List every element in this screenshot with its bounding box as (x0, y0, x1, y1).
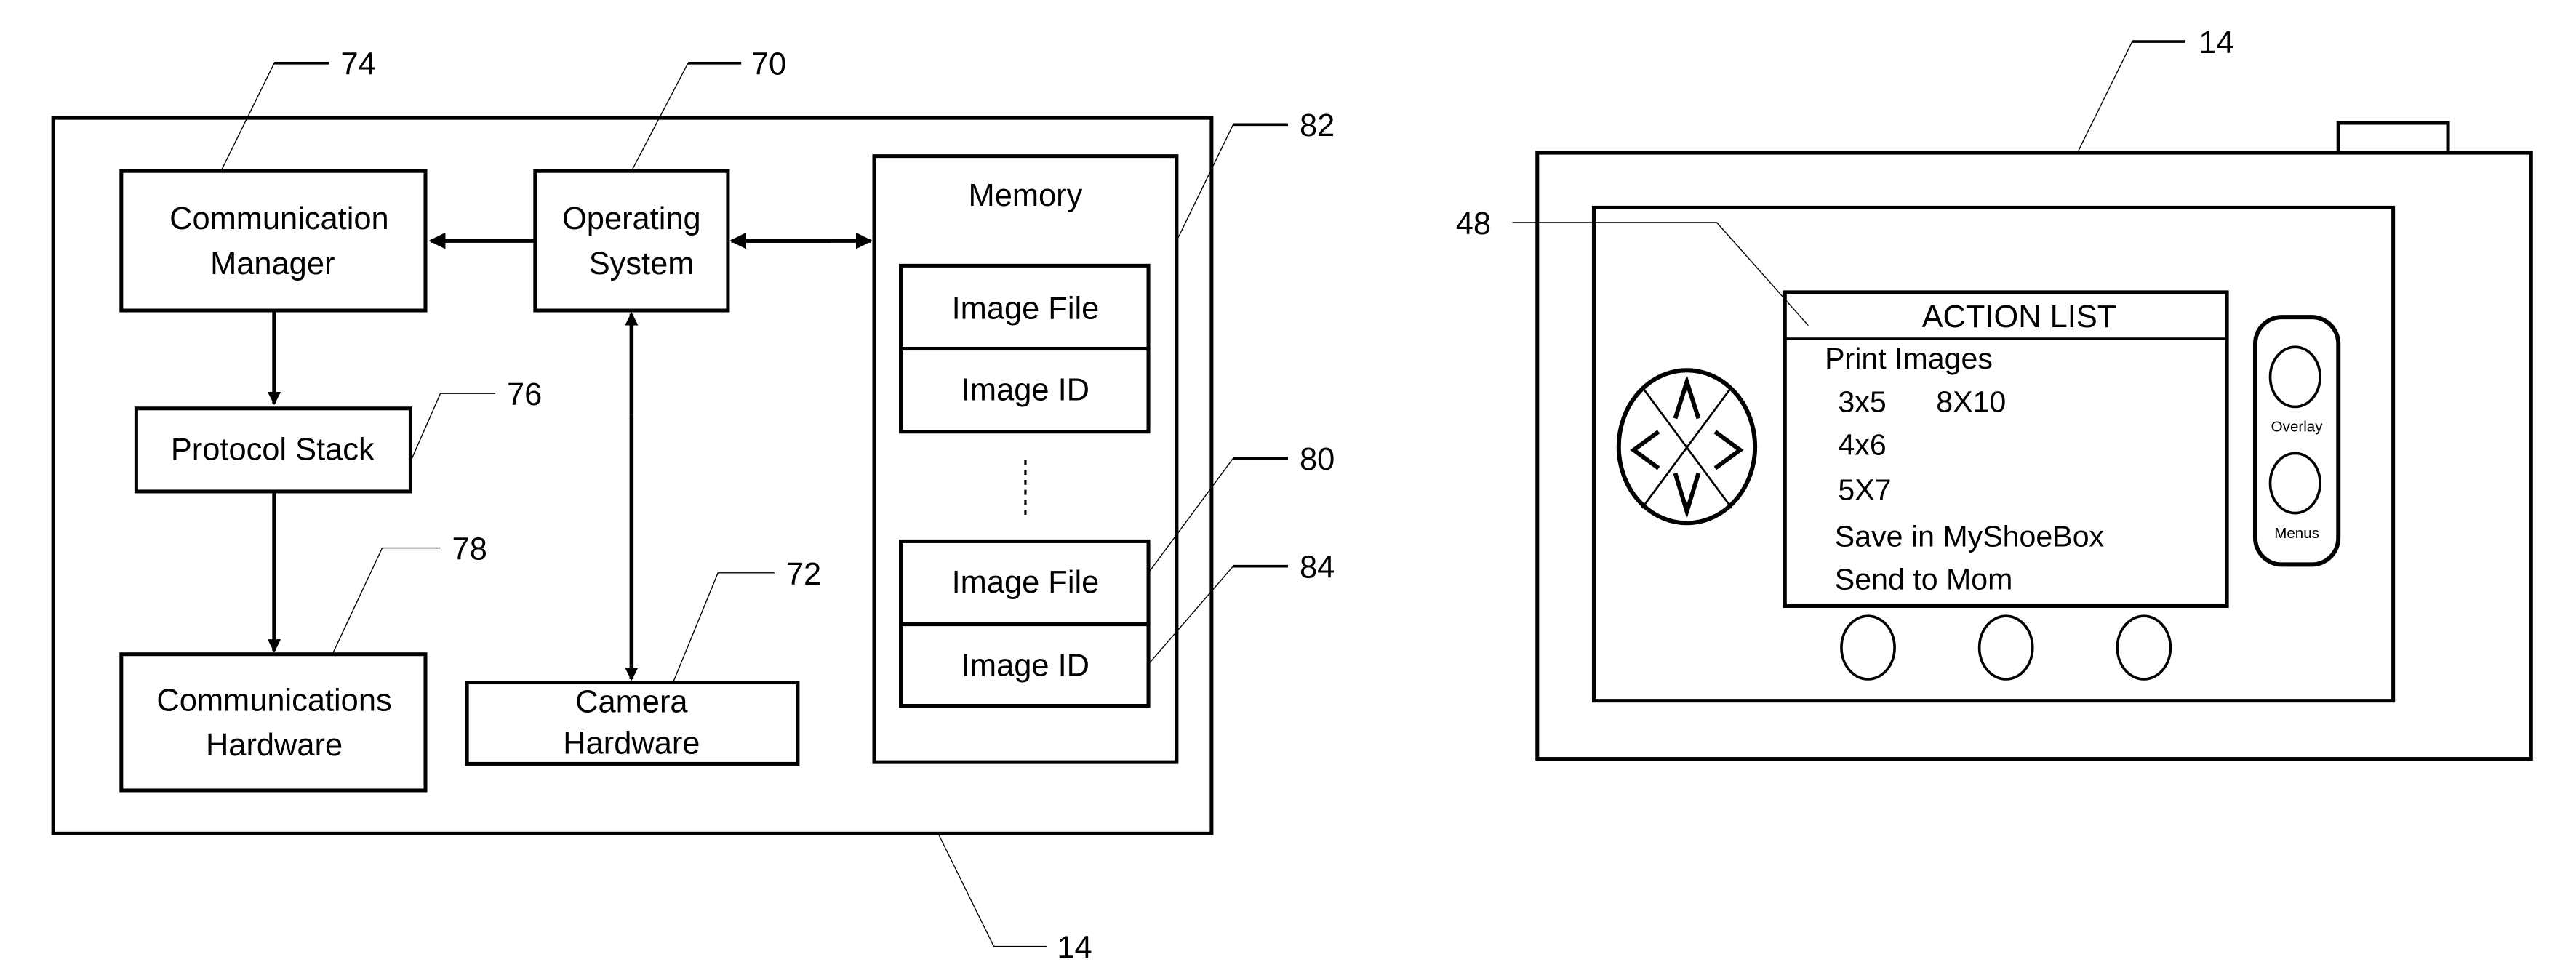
memory-entry-1: Image File Image ID (899, 263, 1151, 434)
ref-84: 84 (1300, 550, 1335, 585)
device-block-diagram: 14 Communication Manager 74 Operating Sy… (51, 47, 1335, 966)
operating-system-block (533, 169, 730, 313)
image-id-label: Image ID (961, 372, 1089, 407)
menu-item-print-images[interactable]: Print Images (1825, 342, 1993, 375)
menu-item-5x7[interactable]: 5X7 (1838, 473, 1891, 506)
ref-74: 74 (340, 47, 375, 82)
ref-78: 78 (452, 532, 487, 567)
leader-14-left (938, 835, 1047, 947)
menu-item-send-to-mom[interactable]: Send to Mom (1835, 563, 2013, 596)
screen-title: ACTION LIST (1922, 300, 2117, 334)
dpad-control[interactable] (1616, 368, 1758, 526)
menus-label: Menus (2274, 525, 2319, 542)
communications-hardware-label-1: Communications (156, 683, 391, 718)
leader-14-right (2076, 41, 2185, 153)
communication-manager-label-2: Manager (210, 246, 335, 281)
menu-item-8x10[interactable]: 8X10 (1936, 385, 2006, 418)
image-file-label: Image File (952, 291, 1100, 326)
ref-14-right: 14 (2199, 25, 2233, 60)
protocol-stack-label: Protocol Stack (171, 433, 375, 468)
communication-manager-label-1: Communication (169, 201, 389, 236)
soft-button-1[interactable] (1840, 614, 1896, 681)
image-id-label: Image ID (961, 648, 1089, 683)
camera-hardware-label-2: Hardware (563, 726, 700, 761)
menu-item-4x6[interactable]: 4x6 (1838, 428, 1886, 462)
camera-hardware-label-1: Camera (575, 685, 688, 720)
communications-hardware-label-2: Hardware (206, 728, 343, 763)
ref-80: 80 (1300, 442, 1335, 477)
ref-72: 72 (786, 557, 821, 592)
shutter-button (2336, 121, 2450, 155)
patent-figure: 14 Communication Manager 74 Operating Sy… (51, 25, 2533, 966)
ref-82: 82 (1300, 108, 1335, 143)
memory-entry-2: Image File Image ID (899, 539, 1151, 708)
menu-item-3x5[interactable]: 3x5 (1838, 385, 1886, 418)
overlay-button[interactable] (2268, 345, 2321, 409)
overlay-label: Overlay (2271, 419, 2324, 436)
camera-back-view: 14 ACTION LIST Print Images 3x5 8X10 4x6… (1456, 25, 2533, 761)
communication-manager-block (119, 169, 428, 313)
communications-hardware-block (119, 652, 428, 793)
ref-48: 48 (1456, 207, 1491, 241)
ref-70: 70 (751, 47, 786, 82)
soft-button-2[interactable] (1977, 614, 2034, 681)
menus-button[interactable] (2268, 452, 2321, 515)
memory-label: Memory (969, 178, 1083, 213)
ref-76: 76 (507, 377, 542, 412)
ref-14-left: 14 (1057, 931, 1092, 966)
operating-system-label-1: Operating (562, 201, 701, 236)
soft-button-3[interactable] (2116, 614, 2172, 681)
image-file-label: Image File (952, 565, 1100, 600)
menu-item-save-myshoebox[interactable]: Save in MyShoeBox (1835, 519, 2105, 553)
operating-system-label-2: System (589, 246, 695, 281)
